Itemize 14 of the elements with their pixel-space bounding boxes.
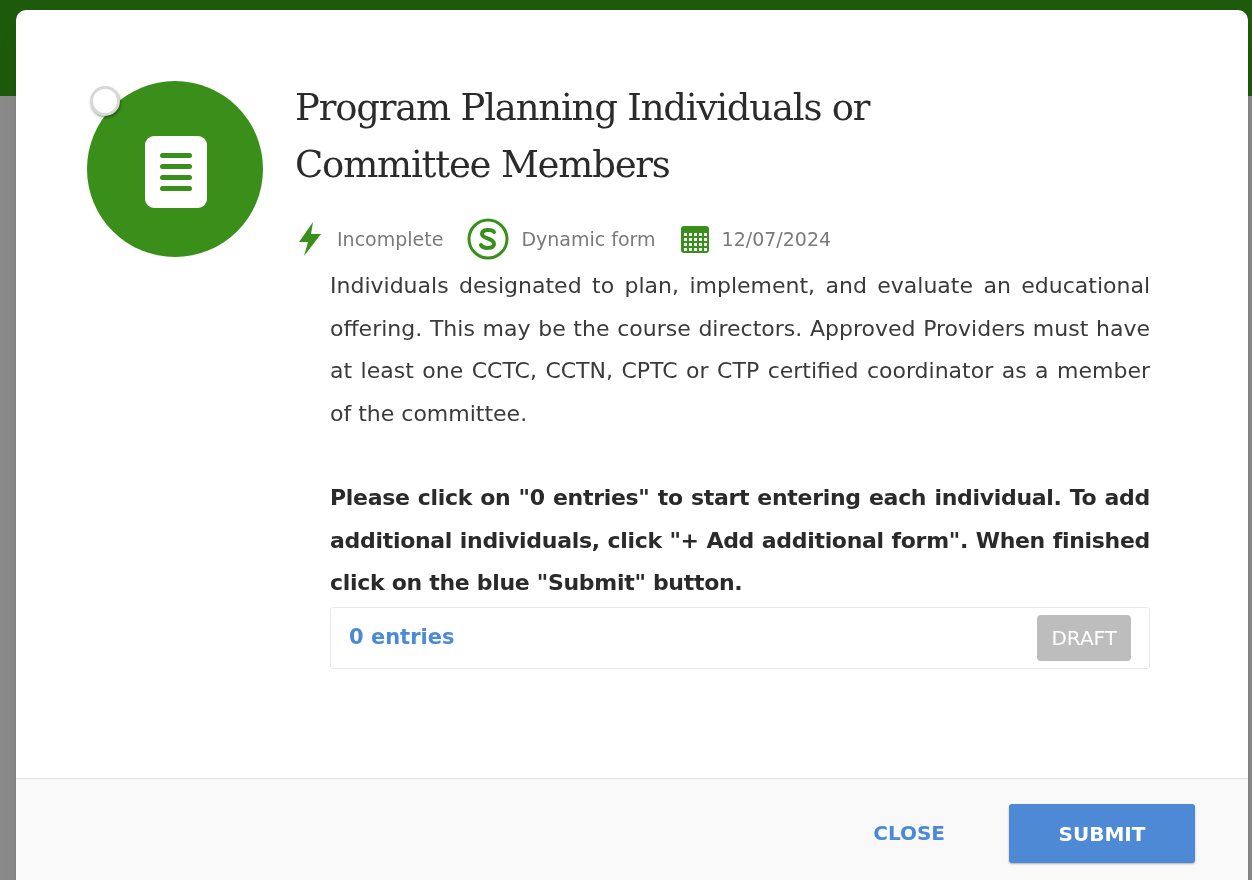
instructions-text: Please click on "0 entries" to start entering each individual. To add additional individuals, click "+ Add additional form". When finished click on the blue "Submit" button. bbox=[330, 484, 1150, 597]
meta-text: Dynamic form bbox=[521, 226, 656, 252]
calendar-icon bbox=[679, 224, 710, 254]
meta-text: 12/07/2024 bbox=[721, 226, 832, 252]
dialog-title: Program Planning Individuals or Committee Members bbox=[295, 85, 872, 188]
description-text: Individuals designated to plan, implement, and evaluate an educational offering. This may be the course directors. Approved Providers must have at least one CCTC, CCTN, CPTC or CTP certified coordinator as a member of the committee. bbox=[330, 272, 1150, 428]
checkbox[interactable] bbox=[90, 86, 120, 116]
entries-link[interactable]: 0 entries bbox=[349, 621, 455, 654]
submit-button[interactable]: SUBMIT bbox=[1009, 804, 1195, 863]
document-icon bbox=[87, 81, 263, 257]
status-badge: DRAFT bbox=[1037, 614, 1131, 661]
meta-text: Incomplete bbox=[337, 226, 444, 252]
circled-letter-icon bbox=[467, 218, 510, 260]
close-button[interactable]: CLOSE bbox=[869, 804, 949, 862]
